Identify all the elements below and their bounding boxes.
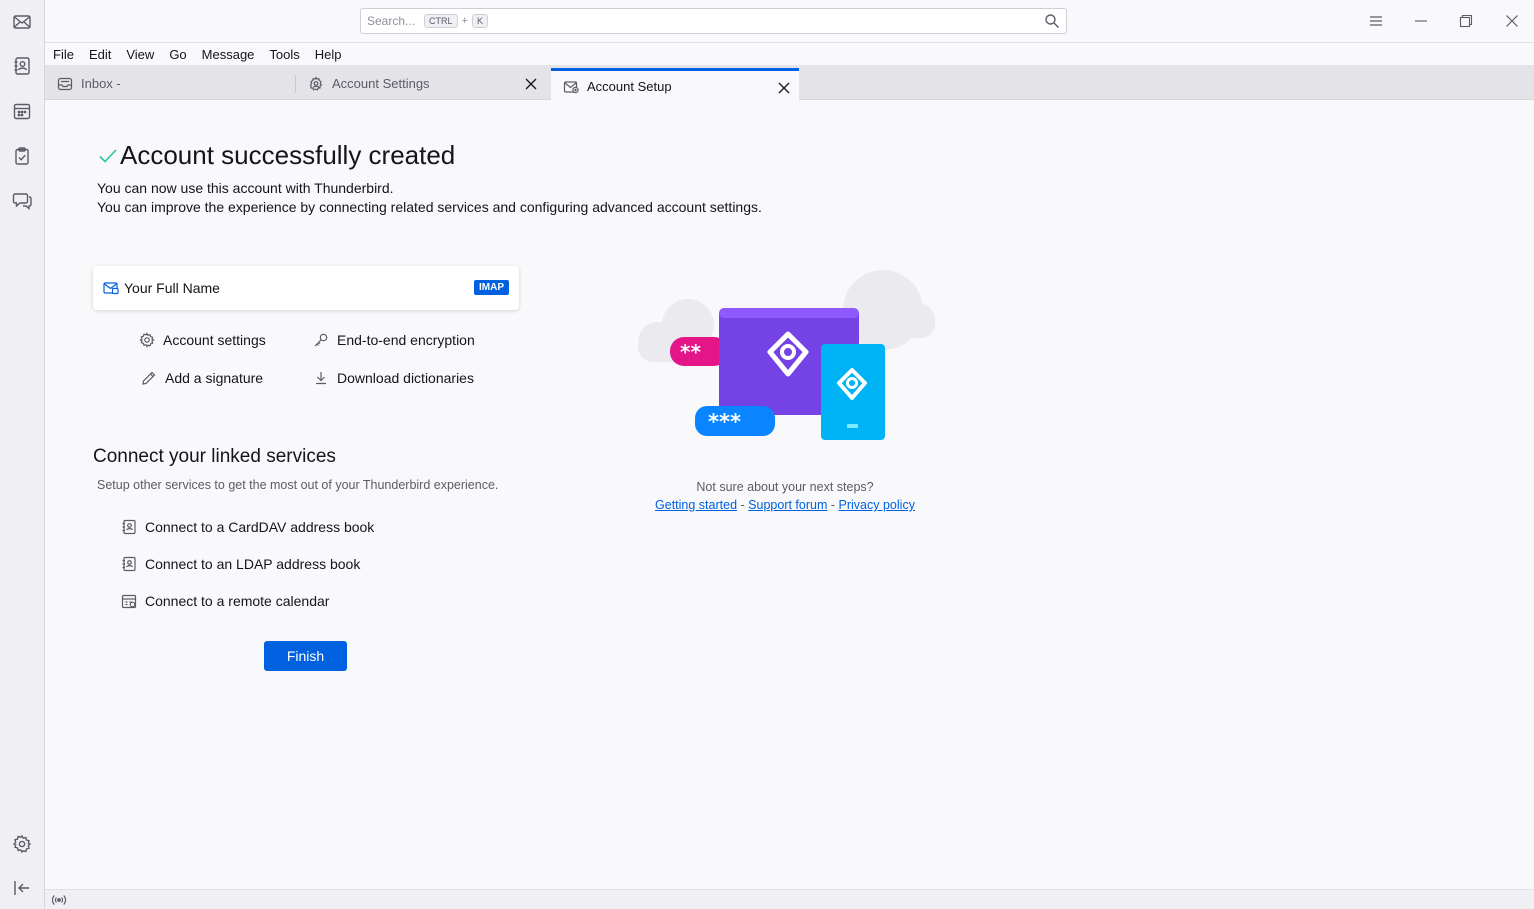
menu-message[interactable]: Message bbox=[200, 47, 257, 62]
connect-ldap-label: Connect to an LDAP address book bbox=[145, 556, 361, 572]
address-book-icon bbox=[122, 556, 136, 572]
spaces-toolbar bbox=[0, 0, 45, 909]
heading-text: Account successfully created bbox=[120, 140, 456, 170]
tab-account-setup-label: Account Setup bbox=[587, 79, 672, 94]
close-tab-icon[interactable] bbox=[524, 77, 538, 91]
settings-icon[interactable] bbox=[9, 831, 35, 857]
status-bar bbox=[45, 889, 1534, 909]
address-book-icon[interactable] bbox=[9, 53, 35, 79]
svg-text:**: ** bbox=[680, 340, 701, 364]
account-name: Your Full Name bbox=[124, 280, 220, 296]
account-settings-link[interactable]: Account settings bbox=[139, 332, 266, 348]
close-tab-icon[interactable] bbox=[777, 81, 791, 95]
minimize-icon[interactable] bbox=[1410, 10, 1432, 32]
address-book-icon bbox=[122, 519, 136, 535]
inbox-icon bbox=[57, 77, 73, 90]
search-icon[interactable] bbox=[1044, 13, 1060, 29]
mail-icon[interactable] bbox=[9, 9, 35, 35]
tab-account-settings[interactable]: Account Settings bbox=[296, 67, 546, 100]
calendar-icon bbox=[121, 594, 137, 609]
tasks-icon[interactable] bbox=[9, 143, 35, 169]
menu-edit[interactable]: Edit bbox=[87, 47, 113, 62]
chat-icon[interactable] bbox=[9, 187, 35, 213]
account-settings-icon bbox=[309, 75, 323, 91]
download-dictionaries-link[interactable]: Download dictionaries bbox=[313, 370, 474, 386]
menu-help[interactable]: Help bbox=[313, 47, 344, 62]
title-bar: Search... CTRL + K bbox=[45, 0, 1534, 43]
download-dictionaries-label: Download dictionaries bbox=[337, 370, 474, 386]
account-illustration: ** *** bbox=[638, 270, 935, 440]
connect-ldap-link[interactable]: Connect to an LDAP address book bbox=[121, 556, 360, 572]
add-signature-link[interactable]: Add a signature bbox=[141, 370, 263, 386]
page-heading: Account successfully created bbox=[97, 140, 455, 171]
link-separator: - bbox=[830, 498, 836, 512]
pencil-icon bbox=[142, 371, 156, 385]
help-links: Getting started - Support forum - Privac… bbox=[611, 498, 959, 512]
connect-calendar-label: Connect to a remote calendar bbox=[145, 593, 330, 609]
shortcut-key-ctrl: CTRL bbox=[424, 14, 458, 28]
encryption-link[interactable]: End-to-end encryption bbox=[313, 332, 475, 348]
mail-account-icon bbox=[103, 282, 119, 295]
connect-carddav-label: Connect to a CardDAV address book bbox=[145, 519, 375, 535]
tab-inbox-label: Inbox - bbox=[81, 76, 121, 91]
linked-services-title: Connect your linked services bbox=[93, 446, 336, 467]
close-window-icon[interactable] bbox=[1501, 10, 1523, 32]
privacy-policy-link[interactable]: Privacy policy bbox=[839, 498, 915, 512]
download-icon bbox=[316, 372, 326, 385]
menu-file[interactable]: File bbox=[51, 47, 76, 62]
restore-icon[interactable] bbox=[1455, 10, 1477, 32]
support-forum-link[interactable]: Support forum bbox=[748, 498, 827, 512]
account-settings-label: Account settings bbox=[163, 332, 266, 348]
linked-services-description: Setup other services to get the most out… bbox=[97, 478, 499, 492]
search-placeholder: Search... bbox=[367, 14, 416, 28]
account-setup-page: Account successfully created You can now… bbox=[45, 100, 1534, 889]
hamburger-menu-icon[interactable] bbox=[1365, 10, 1387, 32]
shortcut-key-k: K bbox=[471, 14, 488, 28]
search-input[interactable]: Search... CTRL + K bbox=[360, 8, 1067, 34]
next-steps-text: Not sure about your next steps? bbox=[696, 480, 874, 494]
finish-button[interactable]: Finish bbox=[264, 641, 347, 671]
add-signature-label: Add a signature bbox=[165, 370, 264, 386]
gear-icon bbox=[139, 332, 155, 348]
tab-strip: Inbox - Account Settings Account Setup bbox=[45, 65, 1534, 102]
key-icon bbox=[314, 333, 328, 347]
improve-description: You can improve the experience by connec… bbox=[97, 199, 762, 215]
collapse-icon[interactable] bbox=[9, 875, 35, 901]
account-setup-icon bbox=[563, 80, 579, 93]
menu-bar: File Edit View Go Message Tools Help bbox=[45, 43, 1534, 65]
menu-view[interactable]: View bbox=[124, 47, 156, 62]
encryption-label: End-to-end encryption bbox=[337, 332, 475, 348]
svg-text:***: *** bbox=[708, 410, 741, 434]
menu-tools[interactable]: Tools bbox=[267, 47, 301, 62]
shortcut-plus: + bbox=[461, 15, 468, 27]
account-type-badge: IMAP bbox=[474, 280, 509, 295]
menu-go[interactable]: Go bbox=[167, 47, 188, 62]
getting-started-link[interactable]: Getting started bbox=[655, 498, 737, 512]
connect-calendar-link[interactable]: Connect to a remote calendar bbox=[121, 593, 329, 609]
link-separator: - bbox=[740, 498, 745, 512]
tab-account-setup[interactable]: Account Setup bbox=[551, 68, 799, 102]
tab-inbox[interactable]: Inbox - bbox=[45, 67, 293, 100]
online-status-icon[interactable] bbox=[51, 893, 67, 907]
account-card[interactable]: Your Full Name IMAP bbox=[93, 266, 519, 310]
tab-account-settings-label: Account Settings bbox=[332, 76, 430, 91]
checkmark-icon bbox=[99, 148, 117, 163]
calendar-icon[interactable] bbox=[9, 98, 35, 124]
connect-carddav-link[interactable]: Connect to a CardDAV address book bbox=[121, 519, 374, 535]
success-description: You can now use this account with Thunde… bbox=[97, 180, 394, 196]
